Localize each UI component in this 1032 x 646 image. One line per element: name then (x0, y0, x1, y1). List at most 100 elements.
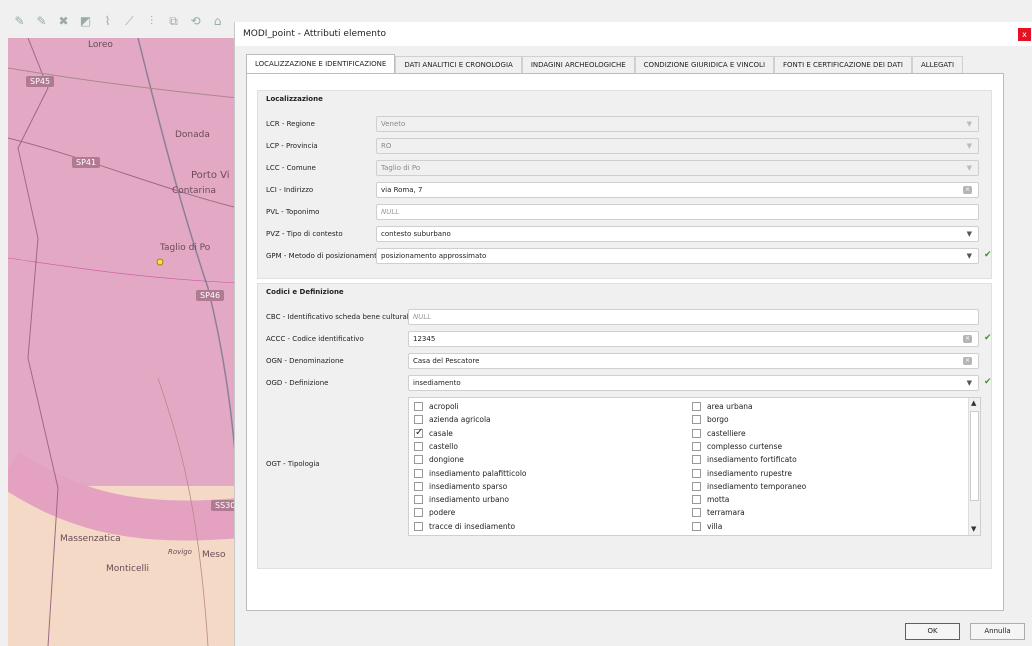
vertex-tool-icon[interactable]: ✎ (34, 14, 49, 29)
checkbox[interactable] (692, 455, 701, 465)
ogd-label: OGD - Definizione (266, 379, 329, 387)
lcp-select[interactable]: RO ▼ (376, 138, 979, 154)
row-pvz: PVZ - Tipo di contesto contesto suburban… (258, 226, 993, 242)
checkbox[interactable] (692, 508, 701, 518)
checkbox[interactable] (692, 441, 701, 451)
lcp-label: LCP - Provincia (266, 142, 318, 150)
cancel-button[interactable]: Annulla (970, 623, 1025, 640)
constraint-ok-icon: ✔ (984, 250, 992, 260)
checkbox[interactable] (414, 402, 423, 411)
tab-localizzazione[interactable]: LOCALIZZAZIONE E IDENTIFICAZIONE (246, 54, 396, 73)
scrollbar-thumb[interactable] (970, 411, 979, 501)
ogt-label: OGT - Tipologia (266, 460, 320, 468)
scroll-up-icon[interactable]: ▲ (971, 399, 976, 407)
map-label-meso: Meso (202, 550, 226, 560)
tab-fonti-certificazione[interactable]: FONTI E CERTIFICAZIONE DEI DATI (774, 56, 912, 73)
map-label-rovigo: Rovigo (168, 548, 192, 556)
constraint-ok-icon: ✔ (984, 333, 992, 343)
split-feature-icon[interactable]: ⫶ (144, 14, 159, 29)
ogd-select[interactable]: insediamento ▼ (408, 375, 979, 391)
checkbox[interactable] (692, 468, 701, 478)
tab-bar: LOCALIZZAZIONE E IDENTIFICAZIONE DATI AN… (246, 54, 964, 73)
lci-value: via Roma, 7 (381, 186, 423, 194)
ogt-option-label: azienda agricola (429, 415, 491, 425)
merge-feature-icon[interactable]: ⧉ (166, 14, 181, 29)
row-ogt: OGT - Tipologia acropoli azienda agricola… (258, 397, 993, 536)
add-ring-icon[interactable]: ◩ (78, 14, 93, 29)
ogn-input[interactable]: Casa del Pescatore × (408, 353, 979, 369)
checkbox[interactable] (414, 468, 423, 478)
gpm-label: GPM - Metodo di posizionamento (266, 252, 382, 260)
ok-button[interactable]: OK (905, 623, 960, 640)
cbc-input[interactable]: NULL (408, 309, 979, 325)
checkbox[interactable]: ✓ (414, 426, 424, 438)
lcr-label: LCR - Regione (266, 120, 315, 128)
map-canvas[interactable]: Loreo Donada Porto Vi Contarina Taglio d… (8, 38, 238, 646)
tab-condizione-giuridica[interactable]: CONDIZIONE GIURIDICA E VINCOLI (634, 56, 775, 73)
checkbox[interactable] (414, 495, 423, 505)
chevron-down-icon: ▼ (966, 120, 972, 128)
row-accc: ACCC - Codice identificativo 12345 × ✔ (258, 331, 993, 347)
gpm-select[interactable]: posizionamento approssimato ▼ (376, 248, 979, 264)
checkbox[interactable] (692, 415, 701, 425)
chevron-down-icon: ▼ (966, 142, 972, 150)
clear-field-icon[interactable]: × (963, 357, 972, 365)
lci-input[interactable]: via Roma, 7 × (376, 182, 979, 198)
ogt-option-label: acropoli (429, 402, 459, 411)
cbc-value: NULL (413, 313, 432, 321)
offset-curve-icon[interactable]: ⟋ (122, 14, 137, 29)
rotate-point-icon[interactable]: ⟲ (188, 14, 203, 29)
gpm-value: posizionamento approssimato (381, 252, 487, 260)
accc-input[interactable]: 12345 × (408, 331, 979, 347)
ogn-label: OGN - Denominazione (266, 357, 344, 365)
map-label-porto-viro: Porto Vi (191, 170, 230, 181)
row-gpm: GPM - Metodo di posizionamento posiziona… (258, 248, 993, 264)
tab-indagini-archeologiche[interactable]: INDAGINI ARCHEOLOGICHE (521, 56, 635, 73)
ogt-checklist[interactable]: acropoli azienda agricola ✓ casale castello d… (408, 397, 981, 536)
list-scrollbar[interactable]: ▲ ▼ (968, 398, 980, 535)
checkbox[interactable] (414, 455, 423, 465)
checkbox[interactable] (692, 495, 701, 505)
digitize-tool-icon[interactable]: ✎ (12, 14, 27, 29)
checkbox[interactable] (414, 481, 423, 491)
pvz-select[interactable]: contesto suburbano ▼ (376, 226, 979, 242)
checkbox[interactable] (692, 521, 701, 531)
checkbox[interactable] (692, 481, 701, 491)
map-label-contarina: Contarina (172, 186, 216, 196)
close-button[interactable]: x (1018, 28, 1031, 41)
pvl-input[interactable]: NULL (376, 204, 979, 220)
checkbox[interactable] (414, 508, 423, 518)
simplify-icon[interactable]: ⌂ (210, 14, 225, 29)
dialog-title: MODI_point - Attributi elemento (243, 29, 387, 39)
ogt-option-label: insediamento rupestre (707, 468, 792, 478)
lcc-select[interactable]: Taglio di Po ▼ (376, 160, 979, 176)
tab-allegati[interactable]: ALLEGATI (911, 56, 964, 73)
ogt-option-label: dongione (429, 455, 464, 465)
checkbox[interactable] (414, 441, 423, 451)
checkbox[interactable] (692, 428, 701, 438)
cbc-label: CBC - Identificativo scheda bene cultura… (266, 313, 414, 321)
lcr-select[interactable]: Veneto ▼ (376, 116, 979, 132)
constraint-ok-icon: ✔ (984, 377, 992, 387)
scroll-down-icon[interactable]: ▼ (971, 525, 976, 533)
clear-field-icon[interactable]: × (963, 335, 972, 343)
lcp-value: RO (381, 142, 392, 150)
checkbox[interactable] (414, 415, 423, 425)
ogt-option-label: casale (429, 428, 453, 438)
accc-value: 12345 (413, 335, 436, 343)
clear-field-icon[interactable]: × (963, 186, 972, 194)
group-codici-definizione: Codici e Definizione CBC - Identificativ… (257, 283, 992, 569)
row-ogn: OGN - Denominazione Casa del Pescatore × (258, 353, 993, 369)
checkbox[interactable] (692, 402, 701, 411)
ogt-option-label: motta (707, 495, 730, 505)
checkbox[interactable] (414, 521, 423, 531)
reshape-icon[interactable]: ⌇ (100, 14, 115, 29)
lcc-label: LCC - Comune (266, 164, 316, 172)
group-heading-localizzazione: Localizzazione (266, 95, 323, 103)
delete-feature-icon[interactable]: ✖ (56, 14, 71, 29)
tab-dati-analitici[interactable]: DATI ANALITICI E CRONOLOGIA (395, 56, 522, 73)
dialog-titlebar[interactable]: MODI_point - Attributi elemento x (235, 22, 1032, 46)
ogt-option-label: insediamento temporaneo (707, 481, 807, 491)
checkmark-icon: ✓ (415, 426, 424, 438)
group-heading-codici: Codici e Definizione (266, 288, 344, 296)
